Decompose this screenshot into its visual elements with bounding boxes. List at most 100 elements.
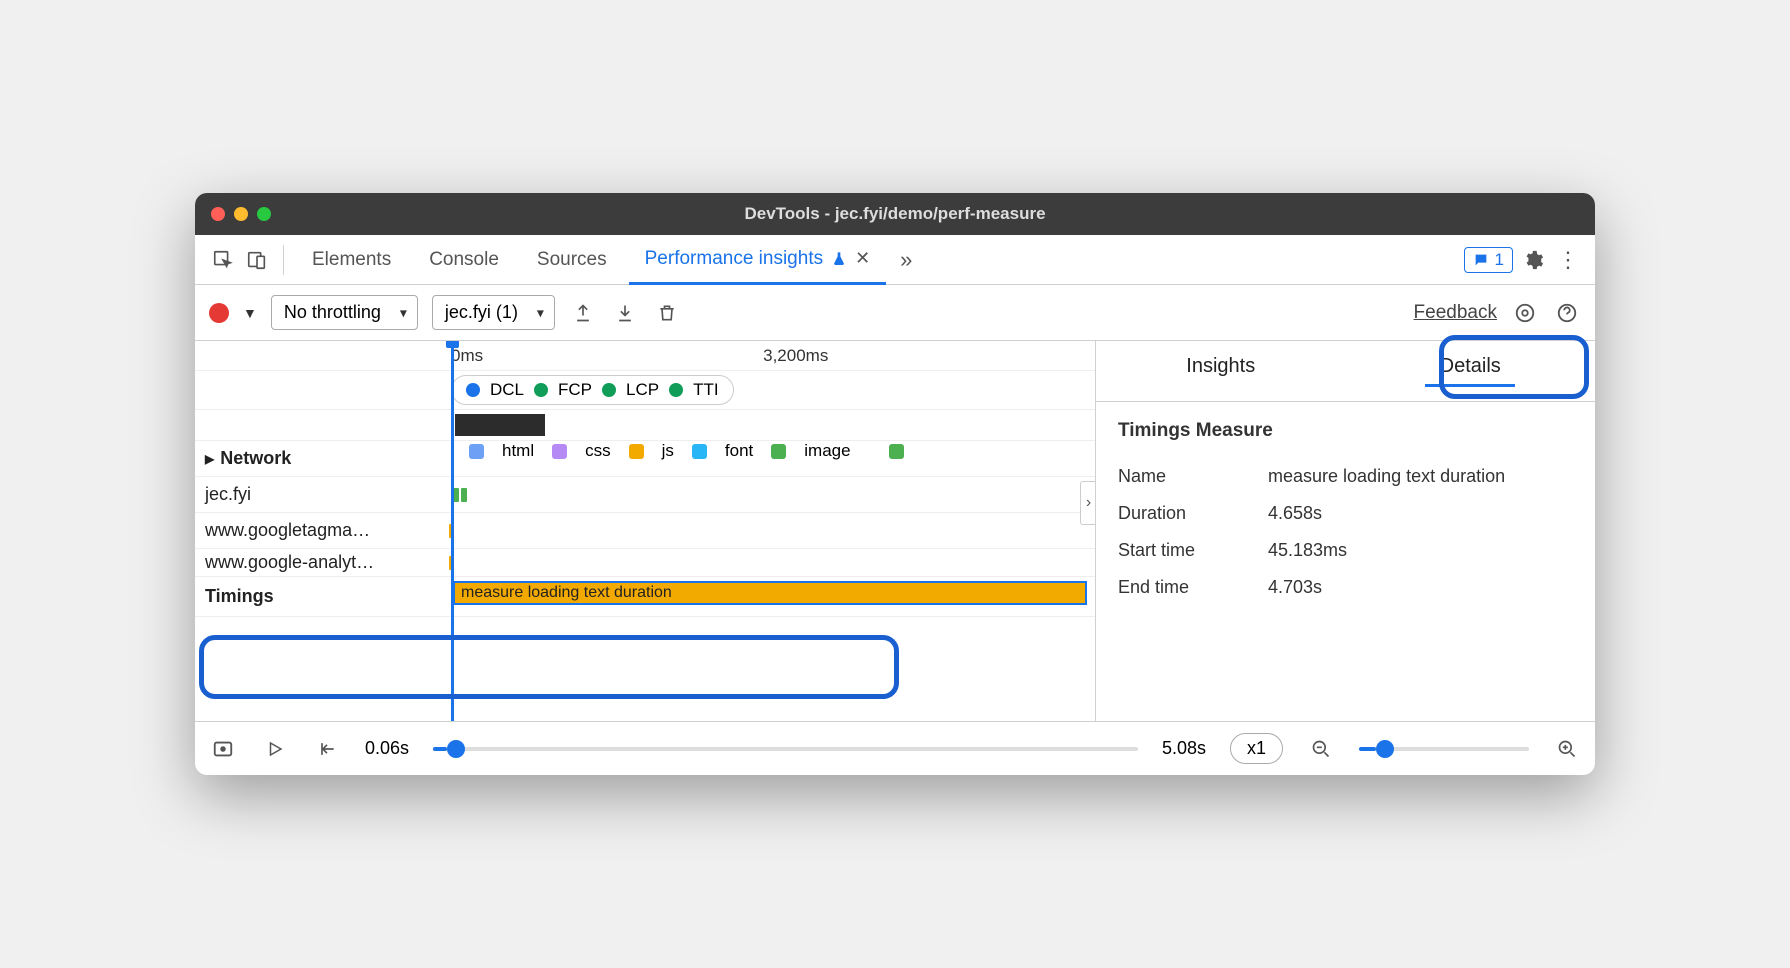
throttling-select[interactable]: No throttling: [271, 295, 418, 330]
active-underline: [1425, 384, 1515, 387]
timeline-ruler[interactable]: 0ms 3,200ms: [195, 341, 1095, 371]
feedback-link[interactable]: Feedback: [1414, 302, 1497, 324]
metrics-pill[interactable]: DCL FCP LCP TTI: [451, 375, 734, 405]
tick-label: 0ms: [451, 346, 483, 366]
playhead-marker[interactable]: [451, 341, 454, 721]
tab-elements[interactable]: Elements: [296, 237, 407, 283]
minimize-window-button[interactable]: [234, 207, 248, 221]
network-host: www.google-analyt…: [195, 552, 445, 573]
font-swatch-icon: [692, 444, 707, 459]
timeline-panel: 0ms 3,200ms DCL FCP LCP TTI ▶ Network: [195, 341, 1095, 721]
footer: 0.06s 5.08s x1: [195, 721, 1595, 775]
window-title: DevTools - jec.fyi/demo/perf-measure: [744, 204, 1045, 224]
zoom-in-icon[interactable]: [1553, 735, 1581, 763]
html-swatch-icon: [469, 444, 484, 459]
zoom-slider[interactable]: [1359, 747, 1529, 751]
download-icon[interactable]: [611, 299, 639, 327]
slider-knob[interactable]: [1376, 740, 1394, 758]
messages-badge[interactable]: 1: [1464, 247, 1513, 273]
toolbar: ▼ No throttling jec.fyi (1) Feedback: [195, 285, 1595, 341]
network-row[interactable]: www.google-analyt…: [195, 549, 1095, 577]
panel-settings-icon[interactable]: [1511, 299, 1539, 327]
js-swatch-icon: [629, 444, 644, 459]
network-host: jec.fyi: [195, 484, 445, 505]
metric-label: LCP: [626, 380, 659, 400]
zoom-out-icon[interactable]: [1307, 735, 1335, 763]
fcp-dot-icon: [534, 383, 548, 397]
messages-count: 1: [1495, 250, 1504, 270]
record-button[interactable]: [209, 303, 229, 323]
close-window-button[interactable]: [211, 207, 225, 221]
slider-fill: [433, 747, 447, 751]
legend-label: html: [502, 441, 534, 461]
network-row[interactable]: jec.fyi: [195, 477, 1095, 513]
timing-measure-bar[interactable]: measure loading text duration: [453, 581, 1087, 605]
metric-label: FCP: [558, 380, 592, 400]
field-key: End time: [1118, 577, 1268, 598]
legend-label: js: [662, 441, 674, 461]
field-key: Duration: [1118, 503, 1268, 524]
field-row: End time4.703s: [1118, 569, 1573, 606]
details-heading: Timings Measure: [1118, 420, 1573, 442]
maximize-window-button[interactable]: [257, 207, 271, 221]
tick-label: 3,200ms: [763, 346, 828, 366]
metric-label: DCL: [490, 380, 524, 400]
field-key: Name: [1118, 466, 1268, 487]
recording-select[interactable]: jec.fyi (1): [432, 295, 555, 330]
end-time: 5.08s: [1162, 738, 1206, 759]
metric-label: TTI: [693, 380, 719, 400]
request-bar[interactable]: [461, 488, 467, 502]
timings-row: Timings measure loading text duration: [195, 577, 1095, 617]
collapse-handle-icon[interactable]: ›: [1080, 481, 1095, 525]
slider-knob[interactable]: [447, 740, 465, 758]
timings-label: Timings: [195, 586, 445, 607]
tab-sources[interactable]: Sources: [521, 237, 623, 283]
device-toolbar-icon[interactable]: [243, 246, 271, 274]
insights-tab[interactable]: Insights: [1096, 341, 1346, 401]
tab-console[interactable]: Console: [413, 237, 515, 283]
settings-icon[interactable]: [1519, 246, 1547, 274]
tab-label: Performance insights: [645, 248, 823, 270]
play-icon[interactable]: [261, 735, 289, 763]
chat-icon: [1473, 252, 1489, 268]
annotation-box: [199, 635, 899, 699]
details-body: Timings Measure Namemeasure loading text…: [1096, 402, 1595, 624]
field-value: measure loading text duration: [1268, 466, 1505, 487]
close-tab-icon[interactable]: ✕: [855, 248, 870, 269]
tti-dot-icon: [669, 383, 683, 397]
tab-label: Details: [1440, 355, 1501, 377]
titlebar: DevTools - jec.fyi/demo/perf-measure: [195, 193, 1595, 235]
image-swatch-icon: [771, 444, 786, 459]
dcl-dot-icon: [466, 383, 480, 397]
field-value: 4.658s: [1268, 503, 1322, 524]
filmstrip-row: [195, 410, 1095, 441]
field-row: Start time45.183ms: [1118, 532, 1573, 569]
help-icon[interactable]: [1553, 299, 1581, 327]
collapse-triangle-icon: ▶: [205, 452, 214, 466]
kebab-menu-icon[interactable]: ⋮: [1553, 246, 1581, 274]
main-content: 0ms 3,200ms DCL FCP LCP TTI ▶ Network: [195, 341, 1595, 721]
preview-toggle-icon[interactable]: [209, 735, 237, 763]
flask-icon: [831, 251, 847, 267]
inspect-element-icon[interactable]: [209, 246, 237, 274]
record-dropdown-icon[interactable]: ▼: [243, 305, 257, 321]
filmstrip-thumb[interactable]: [455, 414, 545, 436]
field-key: Start time: [1118, 540, 1268, 561]
more-tabs-icon[interactable]: »: [892, 246, 920, 274]
css-swatch-icon: [552, 444, 567, 459]
time-slider[interactable]: [433, 747, 1138, 751]
network-row[interactable]: www.googletagma…: [195, 513, 1095, 549]
tab-performance-insights[interactable]: Performance insights ✕: [629, 236, 887, 285]
network-section-toggle[interactable]: ▶ Network: [195, 448, 445, 469]
jump-start-icon[interactable]: [313, 735, 341, 763]
field-row: Namemeasure loading text duration: [1118, 458, 1573, 495]
details-tab[interactable]: Details: [1346, 341, 1596, 401]
traffic-lights: [211, 207, 271, 221]
network-header-row: ▶ Network html css js font image: [195, 441, 1095, 477]
upload-icon[interactable]: [569, 299, 597, 327]
start-time: 0.06s: [365, 738, 409, 759]
details-panel: Insights Details Timings Measure Namemea…: [1095, 341, 1595, 721]
field-value: 45.183ms: [1268, 540, 1347, 561]
zoom-level[interactable]: x1: [1230, 733, 1283, 764]
trash-icon[interactable]: [653, 299, 681, 327]
